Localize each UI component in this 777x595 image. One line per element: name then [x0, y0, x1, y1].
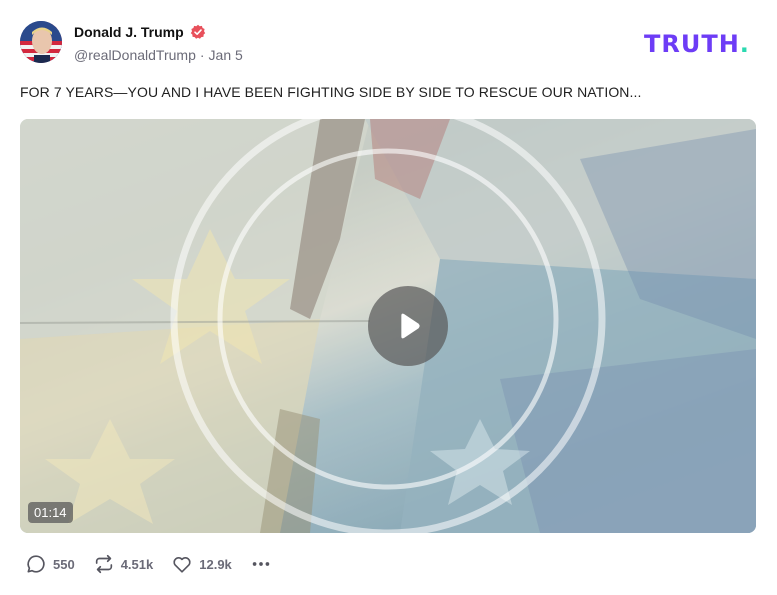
- post-date[interactable]: Jan 5: [209, 47, 243, 63]
- author-name-row: Donald J. Trump: [74, 24, 206, 40]
- logo-word: TRUTH: [644, 30, 740, 56]
- meta-separator: ·: [199, 47, 205, 63]
- more-horizontal-icon: [252, 562, 270, 566]
- author-display-name[interactable]: Donald J. Trump: [74, 24, 184, 40]
- truth-post: Donald J. Trump @realDonaldTrump · Jan 5…: [0, 0, 777, 595]
- like-count: 12.9k: [199, 556, 232, 572]
- truth-logo[interactable]: TRUTH.: [644, 30, 756, 58]
- post-text: FOR 7 YEARS—YOU AND I HAVE BEEN FIGHTING…: [20, 84, 642, 100]
- retruth-button[interactable]: 4.51k: [93, 553, 154, 575]
- more-options-button[interactable]: [250, 553, 272, 575]
- video-player[interactable]: 01:14: [20, 119, 756, 533]
- play-button[interactable]: [368, 286, 448, 366]
- reply-button[interactable]: 550: [25, 553, 75, 575]
- avatar-image: [20, 21, 62, 63]
- comment-bubble-icon: [27, 555, 45, 573]
- logo-text: TRUTH.: [644, 30, 750, 56]
- video-duration: 01:14: [28, 502, 73, 523]
- truth-logo-icon: TRUTH.: [644, 30, 750, 58]
- retruth-count: 4.51k: [120, 556, 154, 572]
- like-button[interactable]: 12.9k: [171, 553, 232, 575]
- play-icon: [401, 313, 420, 339]
- reply-count: 550: [53, 556, 75, 572]
- repost-icon: [95, 554, 112, 574]
- author-meta-row: @realDonaldTrump · Jan 5: [74, 47, 243, 63]
- author-avatar[interactable]: [20, 21, 62, 63]
- heart-icon: [173, 557, 191, 573]
- logo-dot: .: [740, 30, 750, 56]
- author-handle[interactable]: @realDonaldTrump: [74, 47, 196, 63]
- post-actions: 550 4.51k 12.9k: [25, 553, 272, 575]
- verified-badge-icon: [190, 24, 206, 40]
